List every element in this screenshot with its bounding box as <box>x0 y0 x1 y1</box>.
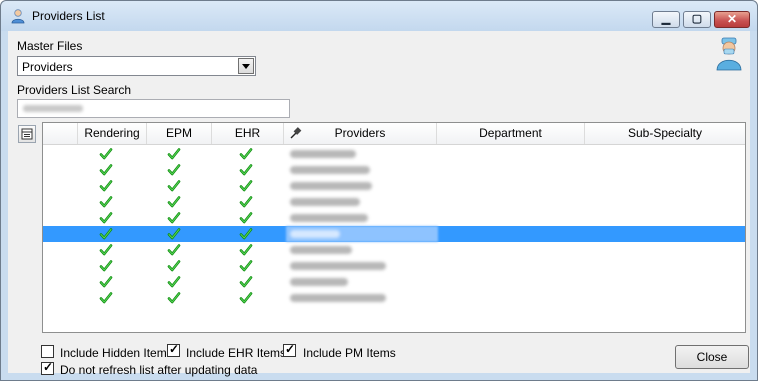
include-ehr-label: Include EHR Items <box>186 346 287 360</box>
table-row[interactable] <box>43 274 745 290</box>
redacted-provider-name <box>290 262 386 270</box>
header-rendering[interactable]: Rendering <box>78 123 147 144</box>
green-checkmark-icon <box>167 227 181 241</box>
redacted-provider-name <box>290 182 372 190</box>
minimize-button[interactable]: ▁ <box>652 11 680 28</box>
include-hidden-checkbox[interactable] <box>41 345 54 358</box>
doctor-avatar-icon <box>716 37 742 71</box>
green-checkmark-icon <box>99 147 113 161</box>
table-row[interactable] <box>43 194 745 210</box>
header-row-selector[interactable] <box>43 123 78 144</box>
header-ehr[interactable]: EHR <box>212 123 284 144</box>
close-button[interactable]: Close <box>675 345 749 369</box>
include-pm-tick: ✓ <box>285 342 296 356</box>
table-row[interactable] <box>43 162 745 178</box>
grid-header: Rendering EPM EHR Providers Department S… <box>43 123 745 145</box>
dropdown-arrow-button[interactable] <box>238 58 254 74</box>
header-department[interactable]: Department <box>437 123 585 144</box>
master-files-label: Master Files <box>17 39 83 53</box>
include-pm-label: Include PM Items <box>303 346 396 360</box>
green-checkmark-icon <box>167 291 181 305</box>
redacted-provider-name <box>290 150 356 158</box>
green-checkmark-icon <box>99 163 113 177</box>
green-checkmark-icon <box>167 147 181 161</box>
redacted-provider-name <box>290 166 370 174</box>
redacted-provider-name <box>290 246 352 254</box>
column-chooser-icon <box>21 128 33 140</box>
no-refresh-label: Do not refresh list after updating data <box>60 363 258 377</box>
green-checkmark-icon <box>99 259 113 273</box>
close-icon: ✕ <box>726 12 738 26</box>
green-checkmark-icon <box>99 195 113 209</box>
providers-list-window: Providers List ▁ ▢ ✕ Master Files Provid… <box>0 0 758 381</box>
providers-search-input[interactable] <box>17 99 290 118</box>
green-checkmark-icon <box>99 211 113 225</box>
table-row[interactable] <box>43 290 745 306</box>
green-checkmark-icon <box>239 163 253 177</box>
user-icon <box>11 9 25 24</box>
green-checkmark-icon <box>167 179 181 193</box>
green-checkmark-icon <box>239 195 253 209</box>
table-row[interactable] <box>43 210 745 226</box>
header-providers[interactable]: Providers <box>284 123 437 144</box>
header-providers-label: Providers <box>334 126 386 140</box>
close-window-button[interactable]: ✕ <box>714 11 750 28</box>
include-ehr-checkbox[interactable]: ✓ <box>167 342 180 357</box>
redacted-search-text <box>23 105 83 112</box>
master-files-dropdown[interactable]: Providers <box>17 56 256 76</box>
header-sub-specialty[interactable]: Sub-Specialty <box>585 123 745 144</box>
no-refresh-checkbox[interactable]: ✓ <box>41 360 54 375</box>
search-label: Providers List Search <box>17 83 132 97</box>
green-checkmark-icon <box>239 179 253 193</box>
redacted-provider-name <box>290 278 348 286</box>
redacted-provider-name <box>290 294 386 302</box>
green-checkmark-icon <box>239 259 253 273</box>
table-row[interactable] <box>43 242 745 258</box>
maximize-icon: ▢ <box>691 13 703 25</box>
table-row[interactable] <box>43 146 745 162</box>
table-row[interactable] <box>43 178 745 194</box>
table-row[interactable] <box>43 226 745 242</box>
column-chooser-button[interactable] <box>18 125 36 143</box>
green-checkmark-icon <box>167 243 181 257</box>
header-epm[interactable]: EPM <box>147 123 212 144</box>
redacted-provider-name <box>290 214 368 222</box>
include-pm-checkbox[interactable]: ✓ <box>283 342 296 357</box>
green-checkmark-icon <box>99 227 113 241</box>
include-hidden-label: Include Hidden Items <box>60 346 173 360</box>
green-checkmark-icon <box>239 211 253 225</box>
window-title: Providers List <box>32 9 105 23</box>
green-checkmark-icon <box>167 211 181 225</box>
table-row[interactable] <box>43 258 745 274</box>
green-checkmark-icon <box>167 163 181 177</box>
providers-grid[interactable]: Rendering EPM EHR Providers Department S… <box>42 122 746 333</box>
green-checkmark-icon <box>239 147 253 161</box>
redacted-provider-name <box>290 230 340 238</box>
green-checkmark-icon <box>167 259 181 273</box>
no-refresh-tick: ✓ <box>43 360 54 374</box>
maximize-button[interactable]: ▢ <box>683 11 711 28</box>
green-checkmark-icon <box>167 195 181 209</box>
green-checkmark-icon <box>239 275 253 289</box>
green-checkmark-icon <box>99 291 113 305</box>
include-ehr-tick: ✓ <box>169 342 180 356</box>
green-checkmark-icon <box>99 275 113 289</box>
green-checkmark-icon <box>239 227 253 241</box>
master-files-value: Providers <box>22 60 73 74</box>
green-checkmark-icon <box>167 275 181 289</box>
green-checkmark-icon <box>99 179 113 193</box>
minimize-icon: ▁ <box>661 13 671 25</box>
green-checkmark-icon <box>99 243 113 257</box>
green-checkmark-icon <box>239 291 253 305</box>
pin-icon <box>290 127 302 139</box>
title-bar[interactable]: Providers List ▁ ▢ ✕ <box>1 1 757 31</box>
chevron-down-icon <box>242 64 250 69</box>
client-area: Master Files Providers Providers List Se… <box>8 31 750 377</box>
redacted-provider-name <box>290 198 360 206</box>
green-checkmark-icon <box>239 243 253 257</box>
